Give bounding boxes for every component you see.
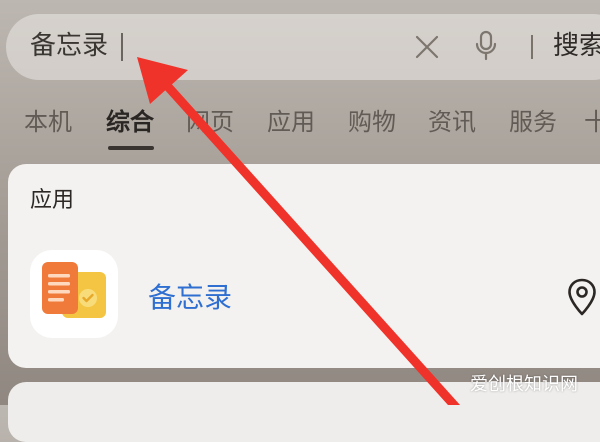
text-cursor (121, 33, 123, 61)
tab-news[interactable]: 资讯 (428, 104, 476, 140)
tab-web[interactable]: 网页 (186, 104, 234, 140)
tab-services[interactable]: 服务 (509, 104, 557, 140)
tab-local[interactable]: 本机 (24, 104, 72, 140)
watermark-text: 爱创根知识网 (470, 374, 578, 395)
close-icon[interactable] (414, 34, 440, 60)
location-pin-icon[interactable] (566, 277, 598, 317)
search-input[interactable]: 备忘录 (30, 28, 108, 64)
tab-overview[interactable]: 综合 (106, 104, 154, 140)
active-tab-indicator (108, 146, 154, 150)
app-result-name[interactable]: 备忘录 (148, 278, 232, 318)
memo-app-icon-graphic (42, 262, 106, 318)
tab-more[interactable]: 十 (584, 104, 600, 140)
search-button[interactable]: 搜索 (553, 28, 600, 64)
search-bar-divider (531, 35, 533, 59)
section-title-apps: 应用 (30, 188, 75, 213)
microphone-icon[interactable] (474, 30, 498, 62)
tab-apps[interactable]: 应用 (267, 104, 315, 140)
tab-shopping[interactable]: 购物 (348, 104, 396, 140)
memo-app-icon[interactable] (30, 250, 118, 338)
